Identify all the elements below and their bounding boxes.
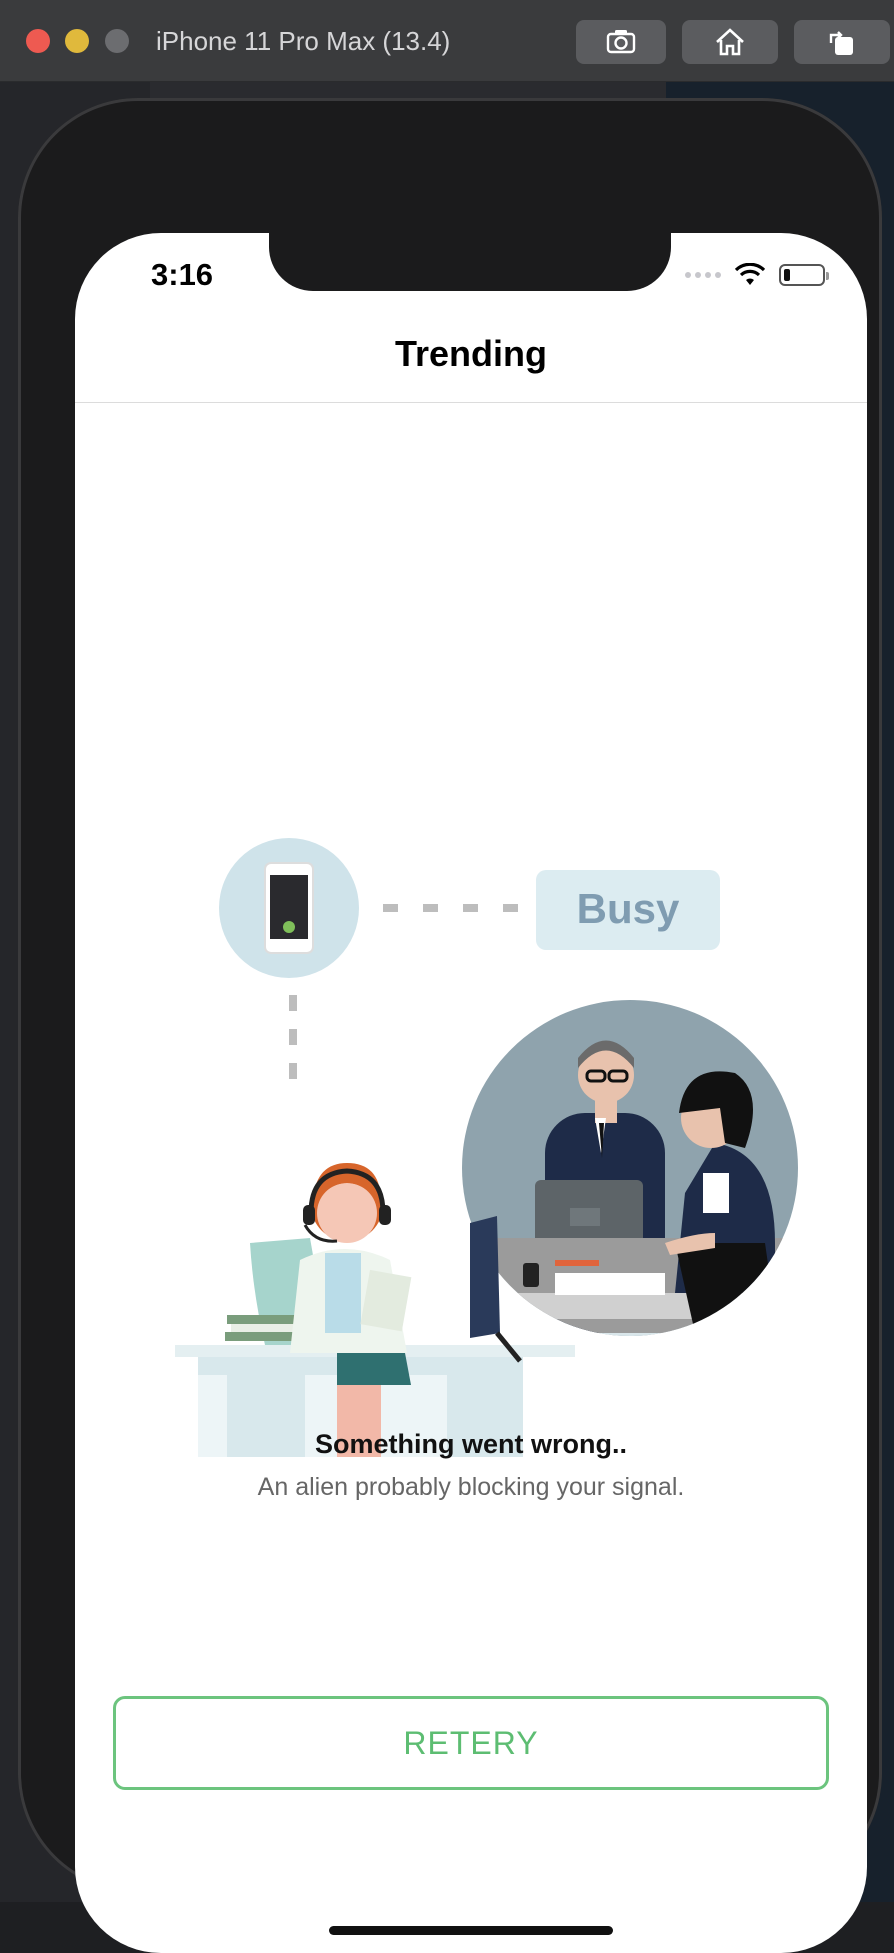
close-window-button[interactable] <box>26 29 50 53</box>
error-message: An alien probably blocking your signal. <box>257 1473 685 1501</box>
nav-divider <box>75 402 867 403</box>
page-title: Trending <box>395 333 547 374</box>
dashed-connector-vertical <box>289 995 297 1079</box>
rotate-icon <box>829 31 853 55</box>
screenshot-button[interactable] <box>576 20 666 64</box>
home-icon <box>716 28 744 56</box>
dashed-connector-horizontal <box>383 904 518 912</box>
error-title: Something went wrong.. <box>315 1429 627 1459</box>
notch <box>269 233 671 291</box>
camera-icon <box>606 30 636 54</box>
retry-button[interactable]: RETERY <box>113 1696 829 1790</box>
simulator-titlebar: iPhone 11 Pro Max (13.4) <box>0 0 894 82</box>
app-screen: 3:16 Trending Busy Something went wrong.… <box>75 233 867 1953</box>
minimize-window-button[interactable] <box>65 29 89 53</box>
phone-frame: 3:16 Trending Busy Something went wrong.… <box>18 98 882 1953</box>
simulator-title: iPhone 11 Pro Max (13.4) <box>156 26 451 56</box>
busy-signal-illustration: Busy <box>175 838 798 1457</box>
home-button[interactable] <box>682 20 778 64</box>
busy-badge-text: Busy <box>577 885 680 932</box>
monitor <box>470 1216 500 1338</box>
cellular-signal-icon <box>685 272 721 278</box>
status-time: 3:16 <box>151 257 214 292</box>
rotate-button[interactable] <box>794 20 890 64</box>
status-icons <box>685 263 829 287</box>
home-indicator[interactable] <box>329 1926 613 1935</box>
wifi-icon <box>735 263 765 285</box>
battery-icon <box>779 264 829 286</box>
zoom-window-button[interactable] <box>105 29 129 53</box>
